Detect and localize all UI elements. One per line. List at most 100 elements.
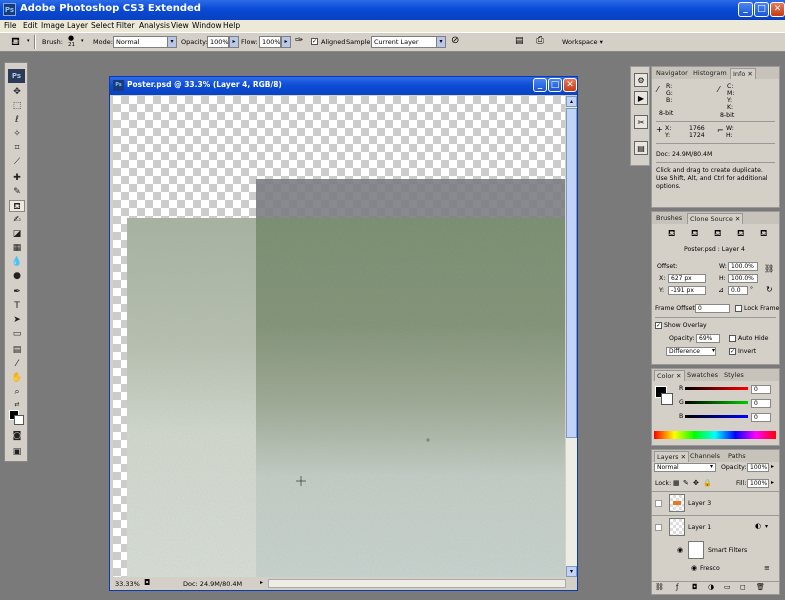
tool-preset-chevron-icon[interactable]: ▾ [27, 38, 30, 44]
vertical-scrollbar[interactable]: ▴ ▾ [566, 96, 577, 577]
color-spectrum-ramp[interactable] [654, 431, 776, 439]
expand-filters-chevron-icon[interactable]: ▾ [765, 523, 768, 530]
lock-image-icon[interactable]: ✎ [683, 479, 689, 487]
menu-edit[interactable]: Edit [23, 20, 38, 32]
new-layer-icon[interactable]: ◻ [740, 583, 746, 591]
layer-row-layer-1[interactable]: Layer 1 ◐ ▾ [652, 515, 779, 539]
color-background-swatch[interactable] [661, 393, 673, 405]
link-layers-icon[interactable]: ⛓ [655, 583, 664, 591]
tab-histogram[interactable]: Histogram [691, 68, 729, 79]
tab-styles[interactable]: Styles [722, 370, 746, 381]
ignore-adjustment-layers-icon[interactable]: ⊘ [451, 35, 459, 46]
clone-stamp-tool-icon[interactable]: ⛾ [11, 35, 20, 50]
tab-navigator[interactable]: Navigator [654, 68, 690, 79]
flow-input[interactable]: 100% [259, 36, 281, 48]
menu-image[interactable]: Image [41, 20, 65, 32]
invert-checkbox[interactable]: ✓ [729, 348, 736, 355]
lock-frame-checkbox[interactable] [735, 305, 742, 312]
doc-close-button[interactable]: ✕ [563, 78, 577, 92]
doc-maximize-button[interactable]: □ [548, 78, 562, 92]
photoshop-logo[interactable]: Ps [8, 69, 25, 83]
show-overlay-checkbox[interactable]: ✓ [655, 322, 662, 329]
tab-info[interactable]: Info ✕ [730, 68, 756, 79]
sample-dropdown-arrow-icon[interactable]: ▾ [436, 36, 446, 48]
history-brush-tool-icon[interactable]: ✍ [9, 214, 25, 226]
layer-row-fresco[interactable]: ◉ Fresco ≡ [652, 563, 779, 575]
adjustment-layer-icon[interactable]: ◑ [708, 583, 714, 591]
green-slider[interactable] [685, 401, 748, 404]
bridge-icon[interactable]: ⎙ [536, 35, 544, 46]
menu-view[interactable]: View [171, 20, 189, 32]
magic-wand-tool-icon[interactable]: ✧ [9, 128, 25, 140]
filter-options-icon[interactable]: ≡ [764, 564, 770, 572]
tool-presets-icon[interactable]: ⚙ [634, 73, 648, 87]
minimize-button[interactable]: _ [738, 2, 753, 17]
path-selection-tool-icon[interactable]: ➤ [9, 314, 25, 326]
frame-offset-input[interactable]: 0 [695, 304, 730, 313]
status-menu-arrow-icon[interactable]: ▸ [260, 579, 263, 586]
menu-filter[interactable]: Filter [116, 20, 135, 32]
clone-stamp-tool-icon[interactable]: ⛾ [9, 200, 25, 212]
slice-tool-icon[interactable]: ⟋ [9, 156, 25, 168]
layer-row-layer-3[interactable]: Layer 3 [652, 491, 779, 515]
opacity-slider-arrow-icon[interactable]: ▸ [229, 36, 239, 48]
clone-source-3-icon[interactable]: ⛾ [714, 229, 721, 240]
tab-brushes[interactable]: Brushes [654, 213, 684, 224]
notes-tool-icon[interactable]: ▤ [9, 344, 25, 356]
dodge-tool-icon[interactable]: ● [9, 270, 25, 282]
zoom-tool-icon[interactable]: ⌕ [9, 386, 25, 398]
opacity-input[interactable]: 100% [207, 36, 229, 48]
screen-mode-icon[interactable]: ▣ [9, 446, 25, 458]
shape-tool-icon[interactable]: ▭ [9, 328, 25, 340]
healing-brush-tool-icon[interactable]: ✚ [9, 172, 25, 184]
image-canvas[interactable] [113, 96, 565, 577]
aligned-checkbox[interactable]: ✓ [311, 37, 318, 45]
red-slider[interactable] [685, 387, 748, 390]
menu-select[interactable]: Select [91, 20, 114, 32]
brush-tool-icon[interactable]: ✎ [9, 186, 25, 198]
tab-clone-source[interactable]: Clone Source ✕ [687, 213, 744, 224]
hand-tool-icon[interactable]: ✋ [9, 372, 25, 384]
tab-swatches[interactable]: Swatches [685, 370, 720, 381]
workspace-menu[interactable]: Workspace ▾ [562, 38, 603, 46]
maintain-aspect-link-icon[interactable]: ⛓ [764, 264, 774, 273]
blur-tool-icon[interactable]: 💧 [9, 256, 25, 268]
marquee-tool-icon[interactable]: ⬚ [9, 100, 25, 112]
brush-picker-chevron-icon[interactable]: ▾ [81, 38, 84, 44]
sample-select[interactable]: Current Layer [371, 36, 437, 48]
layer-3-visibility-toggle[interactable] [655, 500, 662, 507]
eyedropper-tool-icon[interactable]: ⁄ [9, 358, 25, 370]
quick-mask-icon[interactable]: ◙ [9, 430, 25, 442]
menu-layer[interactable]: Layer [67, 20, 88, 32]
horizontal-scrollbar[interactable] [268, 579, 566, 588]
clone-source-4-icon[interactable]: ⛾ [737, 229, 744, 240]
clone-y-input[interactable]: -191 px [668, 286, 706, 295]
tab-color[interactable]: Color ✕ [654, 370, 685, 381]
clone-source-2-icon[interactable]: ⛾ [691, 229, 698, 240]
scroll-thumb[interactable] [566, 108, 577, 438]
zoom-level[interactable]: 33.33% [115, 580, 140, 588]
menu-file[interactable]: File [4, 20, 17, 32]
clone-source-5-icon[interactable]: ⛾ [760, 229, 767, 240]
lock-position-icon[interactable]: ✥ [693, 479, 699, 487]
status-info-icon[interactable]: ◘ [144, 578, 150, 587]
reset-transform-icon[interactable]: ↻ [766, 285, 773, 294]
mode-select[interactable]: Normal [113, 36, 168, 48]
brush-tip-icon[interactable]: ● [68, 34, 74, 42]
tab-paths[interactable]: Paths [726, 451, 748, 462]
color-b-input[interactable]: 0 [751, 413, 771, 422]
fill-arrow-icon[interactable]: ▸ [771, 479, 774, 486]
layer-comps-icon[interactable]: ▤ [634, 141, 648, 155]
overlay-opacity-input[interactable]: 69% [696, 334, 720, 343]
layer-row-smart-filters[interactable]: ◉ Smart Filters [652, 539, 779, 563]
lock-all-icon[interactable]: 🔒 [703, 479, 712, 487]
layer-opacity-arrow-icon[interactable]: ▸ [771, 463, 774, 470]
pen-tool-icon[interactable]: ✒ [9, 286, 25, 298]
mode-dropdown-arrow-icon[interactable]: ▾ [167, 36, 177, 48]
fresco-visibility-icon[interactable]: ◉ [691, 564, 697, 572]
actions-icon[interactable]: ▶ [634, 91, 648, 105]
crop-tool-icon[interactable]: ⌗ [9, 142, 25, 154]
layer-style-icon[interactable]: ƒ [676, 583, 678, 591]
document-title-bar[interactable]: Ps Poster.psd @ 33.3% (Layer 4, RGB/8) _… [110, 77, 577, 95]
palette-well-icon[interactable]: ▤ [515, 36, 524, 46]
